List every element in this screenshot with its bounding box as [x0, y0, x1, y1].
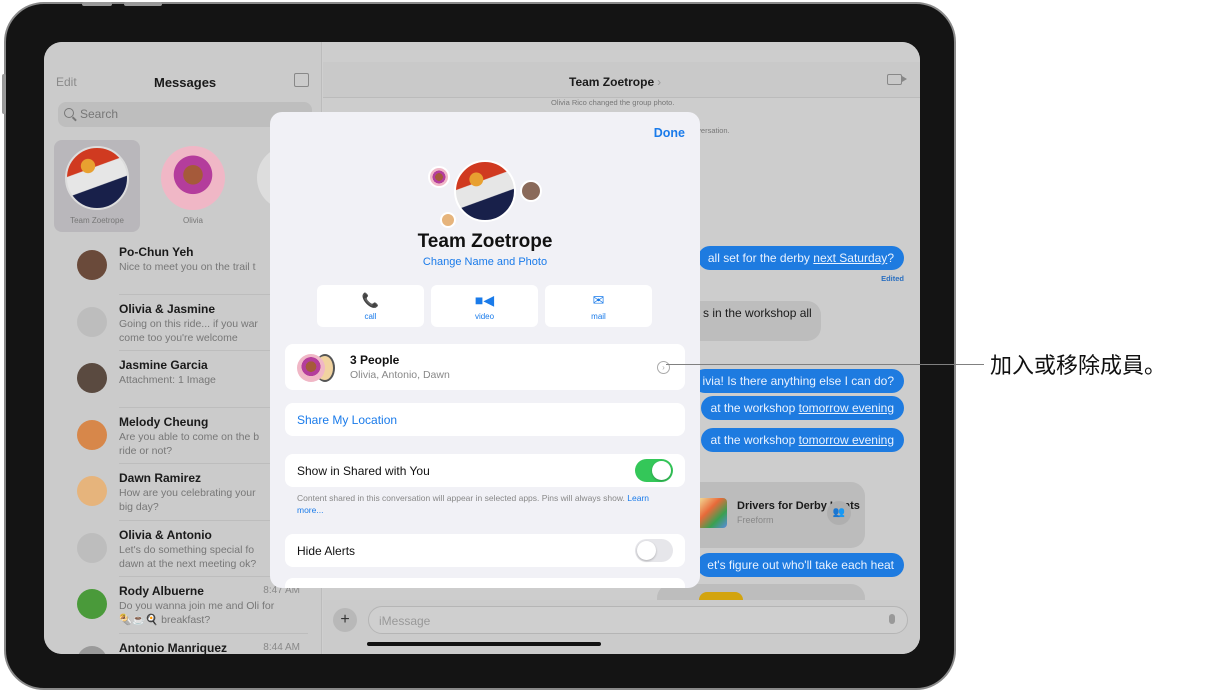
- group-name: Team Zoetrope: [417, 231, 553, 252]
- hide-alerts-label: Hide Alerts: [297, 544, 356, 558]
- message-bubble-out[interactable]: at the workshop tomorrow evening: [700, 396, 904, 420]
- video-call-icon[interactable]: [887, 74, 907, 85]
- conversation-name: Olivia & Jasmine: [119, 301, 216, 316]
- screen: 9:41 AM Mon Jun 10 ••• ≋100% Edit Messag…: [44, 42, 920, 654]
- group-photo[interactable]: [454, 160, 516, 222]
- chat-title[interactable]: Team Zoetrope ›: [569, 75, 661, 89]
- callout-text: 加入或移除成員。: [990, 354, 1167, 379]
- conversation-name: Rody Albuerne: [119, 584, 204, 598]
- people-icon[interactable]: 👥: [827, 501, 851, 525]
- pinned-olivia[interactable]: Olivia: [150, 140, 236, 232]
- member-avatar: [520, 180, 542, 202]
- hide-alerts-toggle[interactable]: [635, 539, 673, 562]
- conversation-name: Olivia & Antonio: [119, 527, 212, 542]
- conversation-preview: Do you wanna join me and Oli for 🌯☕🍳 bre…: [119, 600, 275, 626]
- message-bubble-out[interactable]: ivia! Is there anything else I can do?: [692, 369, 904, 393]
- shared-with-you-row: Show in Shared with You: [285, 454, 685, 487]
- pinned-label: Olivia: [182, 216, 203, 225]
- shared-footnote: Content shared in this conversation will…: [297, 493, 650, 515]
- chevron-right-icon[interactable]: ›: [657, 361, 670, 374]
- freeform-subtitle: Freeform: [737, 515, 774, 525]
- avatar: [77, 363, 107, 393]
- pinned-team-zoetrope[interactable]: Team Zoetrope: [54, 140, 140, 232]
- message-bubble-out[interactable]: et's figure out who'll take each heat: [697, 553, 904, 577]
- system-message: Olivia Rico changed the group photo.: [551, 98, 675, 107]
- hide-alerts-row: Hide Alerts: [285, 534, 685, 567]
- side-button: [2, 74, 6, 114]
- people-row[interactable]: 3 People Olivia, Antonio, Dawn ›: [285, 344, 685, 390]
- conversation-row[interactable]: Antonio Manriquez 8:44 AM: [44, 634, 322, 655]
- next-setting-row: [285, 578, 685, 588]
- plus-icon[interactable]: +: [333, 608, 357, 632]
- group-details-sheet: Done Team Zoetrope Change Name and Photo…: [270, 112, 700, 588]
- ipad-frame: 9:41 AM Mon Jun 10 ••• ≋100% Edit Messag…: [2, 2, 956, 690]
- contact-actions: 📞 call ■◀ video ✉ mail: [317, 285, 652, 327]
- people-names: Olivia, Antonio, Dawn: [350, 369, 450, 381]
- video-button[interactable]: ■◀ video: [431, 285, 538, 327]
- avatar: [77, 419, 107, 450]
- edit-button[interactable]: Edit: [56, 75, 77, 89]
- pinned-label: Team Zoetrope: [70, 216, 124, 225]
- conversation-name: Melody Cheung: [119, 414, 209, 429]
- message-input[interactable]: iMessage: [368, 606, 908, 634]
- people-count: 3 People: [350, 353, 400, 367]
- avatar: [77, 532, 107, 563]
- message-bubble-out[interactable]: at the workshop tomorrow evening: [700, 428, 904, 452]
- conversation-name: Antonio Manriquez: [119, 640, 227, 655]
- conversation-name: Jasmine Garcia: [119, 358, 208, 372]
- change-name-photo-link[interactable]: Change Name and Photo: [270, 256, 700, 268]
- share-location-label: Share My Location: [297, 413, 398, 427]
- search-placeholder: Search: [80, 107, 119, 121]
- search-icon: [64, 108, 74, 118]
- chat-header: Team Zoetrope ›: [323, 62, 920, 98]
- chevron-right-icon: ›: [657, 75, 662, 89]
- compose-icon[interactable]: [294, 73, 309, 87]
- edited-label: Edited: [881, 274, 904, 283]
- home-indicator[interactable]: [367, 642, 601, 646]
- conversation-name: Po-Chun Yeh: [119, 245, 194, 259]
- conversation-name: Dawn Ramirez: [119, 471, 202, 485]
- shared-with-you-toggle[interactable]: [635, 459, 673, 482]
- shared-with-you-label: Show in Shared with You: [297, 464, 430, 478]
- top-button: [82, 2, 112, 6]
- share-location-row[interactable]: Share My Location: [285, 403, 685, 436]
- microphone-icon[interactable]: [889, 614, 895, 624]
- member-avatar: [297, 354, 325, 382]
- member-avatar: [440, 212, 456, 228]
- message-bubble-out[interactable]: all set for the derby next Saturday?: [697, 246, 904, 270]
- callout-line: [666, 364, 984, 365]
- avatar: [77, 250, 107, 280]
- call-button[interactable]: 📞 call: [317, 285, 424, 327]
- conversation-time: 8:44 AM: [263, 641, 300, 653]
- avatar: [77, 589, 107, 619]
- input-placeholder: iMessage: [379, 614, 431, 628]
- avatar: [77, 476, 107, 506]
- sidebar-title: Messages: [154, 75, 217, 90]
- mail-button[interactable]: ✉ mail: [545, 285, 652, 327]
- freeform-thumbnail: [697, 498, 727, 528]
- avatar: [161, 146, 225, 210]
- avatar: [77, 645, 107, 654]
- phone-icon: 📞: [361, 292, 380, 308]
- member-avatar: [428, 166, 450, 188]
- avatar: [77, 306, 107, 337]
- top-button: [124, 2, 162, 6]
- mail-icon: ✉: [592, 292, 605, 308]
- video-icon: ■◀: [474, 292, 495, 308]
- group-avatar: [65, 146, 129, 210]
- done-button[interactable]: Done: [654, 126, 685, 140]
